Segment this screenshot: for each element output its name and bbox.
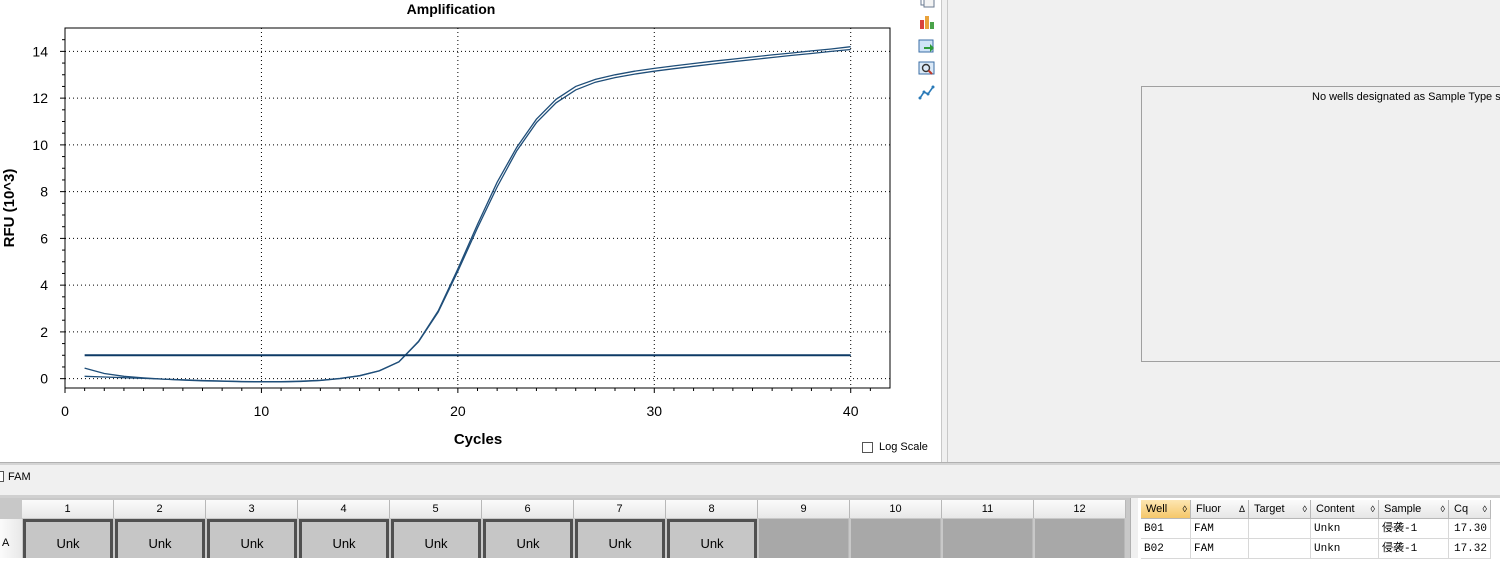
well-a9[interactable] bbox=[759, 519, 849, 558]
curve-fit-icon[interactable] bbox=[918, 84, 936, 100]
header-label: Well bbox=[1146, 503, 1168, 515]
table-cell[interactable]: B02 bbox=[1141, 539, 1191, 559]
series-group bbox=[84, 46, 851, 383]
well-a8[interactable]: Unk bbox=[667, 519, 757, 558]
header-label: Cq bbox=[1454, 503, 1469, 515]
table-cell[interactable]: Unkn bbox=[1311, 519, 1379, 539]
sort-icon[interactable]: ◊ bbox=[1371, 500, 1375, 519]
y-tick-label: 12 bbox=[32, 90, 48, 106]
chart-title: Amplification bbox=[407, 1, 496, 17]
x-tick-label: 40 bbox=[843, 403, 859, 419]
table-cell[interactable]: 17.30 bbox=[1449, 519, 1491, 539]
sample-type-message: No wells designated as Sample Type sta bbox=[1312, 91, 1500, 103]
column-header-7[interactable]: 7 bbox=[574, 500, 666, 518]
table-splitter[interactable] bbox=[1130, 498, 1138, 558]
column-header-target[interactable]: Target ◊ bbox=[1249, 500, 1311, 519]
zoom-icon[interactable] bbox=[918, 60, 936, 76]
well-a11[interactable] bbox=[943, 519, 1033, 558]
header-label: Sample bbox=[1384, 503, 1422, 515]
column-header-4[interactable]: 4 bbox=[298, 500, 390, 518]
column-header-8[interactable]: 8 bbox=[666, 500, 758, 518]
well-a12[interactable] bbox=[1035, 519, 1125, 558]
table-cell[interactable] bbox=[1249, 539, 1311, 559]
column-header-6[interactable]: 6 bbox=[482, 500, 574, 518]
well-a3[interactable]: Unk bbox=[207, 519, 297, 558]
column-header-1[interactable]: 1 bbox=[22, 500, 114, 518]
table-cell[interactable]: FAM bbox=[1191, 539, 1249, 559]
x-tick-label: 10 bbox=[254, 403, 270, 419]
sort-icon[interactable]: ◊ bbox=[1441, 500, 1445, 519]
column-header-content[interactable]: Content ◊ bbox=[1311, 500, 1379, 519]
table-cell[interactable]: 侵袭-1 bbox=[1379, 539, 1449, 559]
copy-icon[interactable] bbox=[918, 0, 936, 8]
x-tick-label: 30 bbox=[646, 403, 662, 419]
y-tick-label: 8 bbox=[40, 184, 48, 200]
well-a4[interactable]: Unk bbox=[299, 519, 389, 558]
table-cell[interactable]: B01 bbox=[1141, 519, 1191, 539]
column-header-5[interactable]: 5 bbox=[390, 500, 482, 518]
table-cell[interactable]: 侵袭-1 bbox=[1379, 519, 1449, 539]
sort-icon[interactable]: ◊ bbox=[1483, 500, 1487, 519]
axis-ticks: 0 10 20 30 40 0 2 4 6 8 10 12 14 bbox=[32, 39, 871, 419]
column-header-10[interactable]: 10 bbox=[850, 500, 942, 518]
well-a5[interactable]: Unk bbox=[391, 519, 481, 558]
well-a1[interactable]: Unk bbox=[23, 519, 113, 558]
sort-icon[interactable]: ◊ bbox=[1183, 500, 1187, 519]
fluor-legend-strip bbox=[0, 465, 1500, 495]
sort-icon[interactable]: ◊ bbox=[1303, 500, 1307, 519]
plot-frame bbox=[64, 27, 891, 389]
fam-checkbox[interactable] bbox=[0, 471, 4, 482]
x-axis-title: Cycles bbox=[454, 431, 502, 448]
y-tick-label: 10 bbox=[32, 137, 48, 153]
column-header-sample[interactable]: Sample ◊ bbox=[1379, 500, 1449, 519]
checkbox-icon[interactable] bbox=[862, 441, 873, 453]
well-a7[interactable]: Unk bbox=[575, 519, 665, 558]
well-a10[interactable] bbox=[851, 519, 941, 558]
table-cell[interactable]: Unkn bbox=[1311, 539, 1379, 559]
column-header-12[interactable]: 12 bbox=[1034, 500, 1126, 518]
table-cell[interactable] bbox=[1249, 519, 1311, 539]
amplification-curve-2[interactable] bbox=[84, 48, 851, 383]
column-header-9[interactable]: 9 bbox=[758, 500, 850, 518]
column-header-3[interactable]: 3 bbox=[206, 500, 298, 518]
log-scale-label: Log Scale bbox=[879, 441, 928, 453]
y-axis-title: RFU (10^3) bbox=[1, 169, 18, 248]
well-a2[interactable]: Unk bbox=[115, 519, 205, 558]
x-tick-label: 0 bbox=[61, 403, 69, 419]
table-cell[interactable]: 17.32 bbox=[1449, 539, 1491, 559]
row-header-a[interactable]: A bbox=[0, 519, 22, 558]
table-cell[interactable]: FAM bbox=[1191, 519, 1249, 539]
sample-type-panel: No wells designated as Sample Type sta bbox=[1141, 86, 1500, 362]
column-header-2[interactable]: 2 bbox=[114, 500, 206, 518]
log-scale-checkbox[interactable]: Log Scale bbox=[862, 441, 928, 453]
chart-settings-icon[interactable] bbox=[918, 14, 936, 30]
y-tick-label: 14 bbox=[32, 43, 48, 59]
header-label: Target bbox=[1254, 503, 1285, 515]
y-tick-label: 6 bbox=[40, 230, 48, 246]
column-header-cq[interactable]: Cq ◊ bbox=[1449, 500, 1491, 519]
y-tick-label: 0 bbox=[40, 371, 48, 387]
amplification-curve-1[interactable] bbox=[84, 46, 851, 383]
sort-icon[interactable]: Δ bbox=[1239, 500, 1245, 519]
fam-label: FAM bbox=[8, 471, 31, 483]
header-label: Fluor bbox=[1196, 503, 1222, 515]
header-label: Content bbox=[1316, 503, 1355, 515]
column-header-fluor[interactable]: Fluor Δ bbox=[1191, 500, 1249, 519]
y-tick-label: 2 bbox=[40, 324, 48, 340]
column-header-11[interactable]: 11 bbox=[942, 500, 1034, 518]
x-tick-label: 20 bbox=[450, 403, 466, 419]
chart-grid bbox=[65, 28, 890, 388]
column-header-well[interactable]: Well ◊ bbox=[1141, 500, 1191, 519]
y-tick-label: 4 bbox=[40, 277, 48, 293]
export-icon[interactable] bbox=[918, 38, 936, 54]
amplification-chart: Amplification 0 10 20 30 40 0 2 4 6 8 10 12 14 Cycle… bbox=[1, 1, 891, 448]
well-a6[interactable]: Unk bbox=[483, 519, 573, 558]
vertical-splitter[interactable] bbox=[941, 0, 948, 462]
